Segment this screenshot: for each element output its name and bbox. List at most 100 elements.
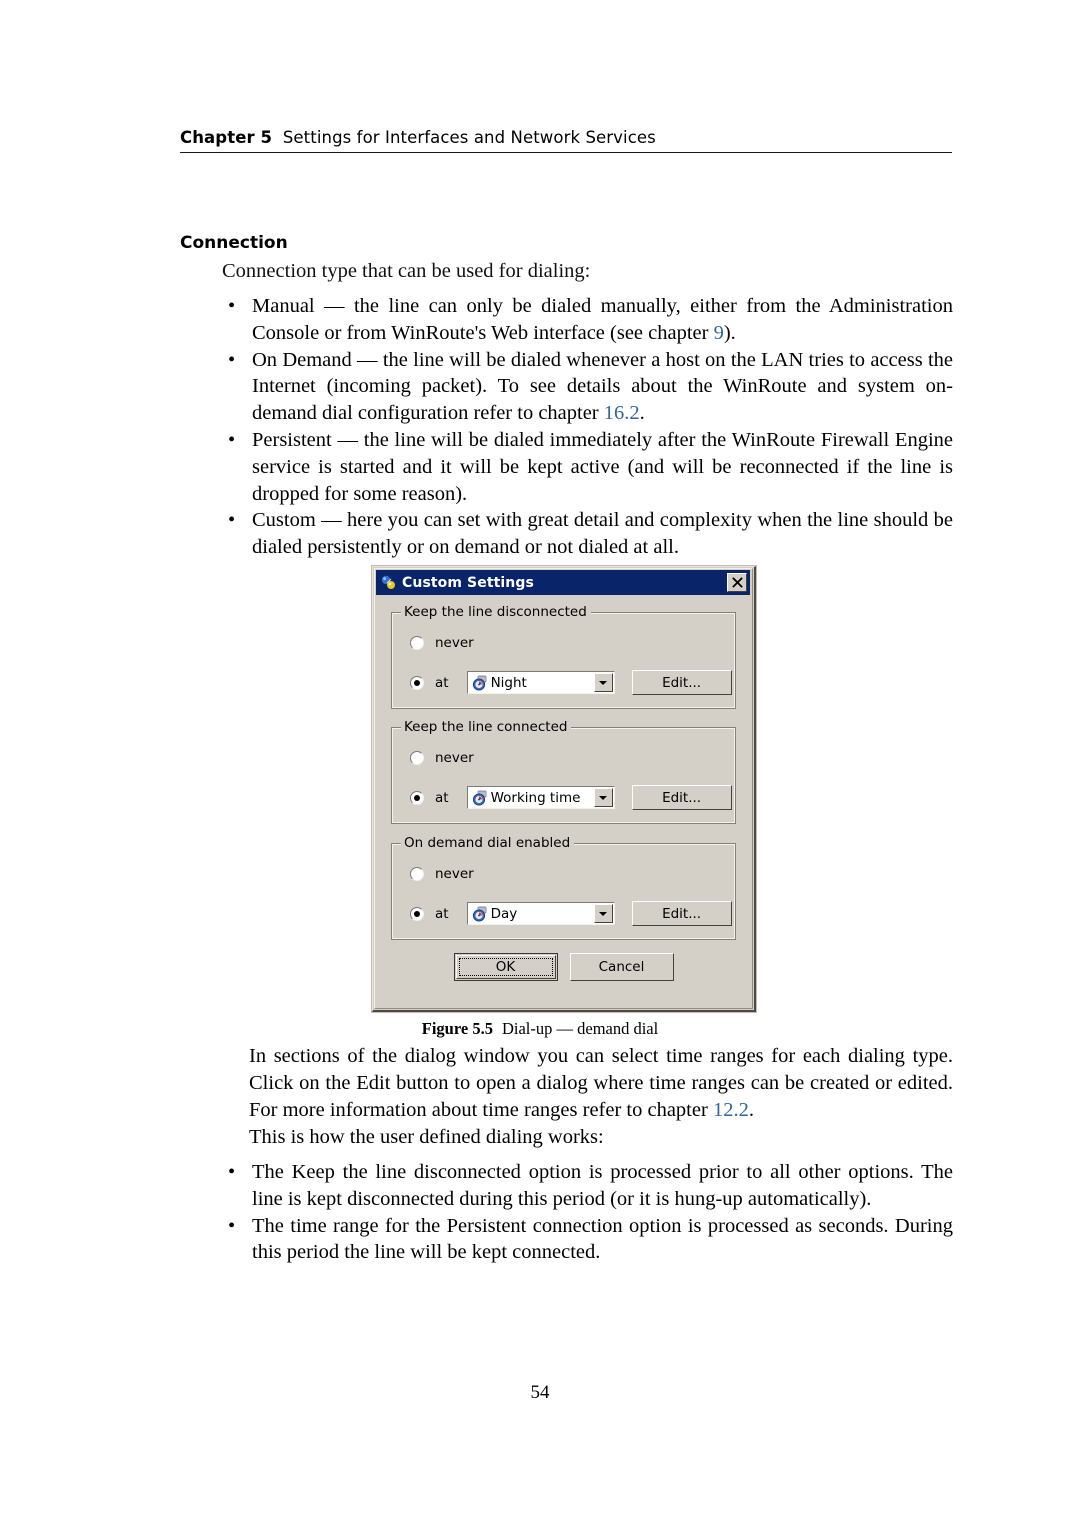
- bullet-marker: •: [228, 509, 236, 532]
- radio-row-at[interactable]: at Working time Edit...: [410, 785, 732, 810]
- emphasis-text: WinRoute: [723, 375, 807, 398]
- chevron-down-icon[interactable]: [593, 904, 613, 923]
- list-item: • Persistent — the line will be dialed im…: [222, 427, 953, 507]
- cross-reference-link[interactable]: 9: [714, 322, 724, 344]
- chevron-down-icon[interactable]: [593, 673, 613, 692]
- emphasis-text: Manual: [252, 295, 315, 317]
- emphasis-text: WinRoute Firewall Engine: [731, 428, 953, 451]
- body-text-run: or from: [319, 321, 392, 344]
- emphasis-text: On Demand: [252, 348, 352, 371]
- ok-button[interactable]: OK: [453, 953, 558, 981]
- time-range-combobox[interactable]: Night: [466, 671, 615, 694]
- cross-reference-link[interactable]: 12.2: [713, 1099, 749, 1121]
- radio-row-at[interactable]: at Night Edit...: [410, 670, 732, 695]
- network-settings-icon: [380, 574, 397, 591]
- custom-settings-dialog: Custom Settings Keep the line disconnect…: [372, 566, 756, 1012]
- ok-button-face[interactable]: OK: [455, 955, 556, 979]
- radio-at[interactable]: [410, 790, 424, 805]
- figure-caption: Figure 5.5 Dial-up — demand dial: [0, 1019, 1080, 1039]
- emphasis-text: Custom: [252, 509, 316, 532]
- combobox-value: Night: [490, 674, 527, 691]
- body-text-run: ).: [723, 321, 736, 344]
- radio-at-label: at: [435, 674, 449, 691]
- list-item: • The Keep the line disconnected option i…: [222, 1159, 953, 1213]
- paragraph-last-line: This is how the user defined dialing wor…: [249, 1125, 604, 1148]
- edit-button-label: Edit...: [662, 674, 702, 691]
- list-item: • Manual — the line can only be dialed ma…: [222, 293, 953, 347]
- bullet-marker: •: [228, 1161, 236, 1183]
- time-range-clock-icon: [472, 790, 488, 806]
- list-item: • Custom — here you can set with great de…: [222, 507, 953, 561]
- bullet-marker: •: [228, 428, 236, 451]
- body-text-run: .: [639, 402, 645, 425]
- list-item-text: Custom — here you can set with great det…: [252, 509, 953, 558]
- cross-reference-link[interactable]: 16.2: [604, 402, 640, 424]
- emphasis-text: Edit: [356, 1071, 391, 1094]
- header-rule: [180, 152, 952, 153]
- radio-never[interactable]: [410, 751, 424, 765]
- radio-never-label: never: [435, 635, 474, 651]
- list-item-text: Persistent — the line will be dialed imm…: [252, 429, 953, 505]
- list-item: • On Demand — the line will be dialed whe…: [222, 347, 953, 427]
- header-chapter-label: Chapter 5: [180, 128, 273, 147]
- document-page: Chapter 5 Settings for Interfaces and Ne…: [0, 0, 1080, 1527]
- body-text-run: The time range for the: [252, 1214, 447, 1237]
- group-box-2: Keep the line connected never at Working ti…: [391, 719, 736, 824]
- radio-row-never[interactable]: never: [410, 635, 474, 651]
- body-text-run: — the line will be dialed immediately af…: [331, 428, 732, 451]
- radio-dot: [414, 679, 420, 686]
- group-box-1: Keep the line disconnected never at Night Ed…: [391, 604, 736, 709]
- body-text-run: — here you can set with great detail and…: [252, 509, 953, 559]
- list-item: • The time range for the Persistent conne…: [222, 1213, 953, 1267]
- group-box-legend: Keep the line connected: [401, 719, 572, 735]
- section-heading: Connection: [180, 233, 288, 253]
- combobox-value: Working time: [490, 789, 581, 806]
- time-range-combobox[interactable]: Working time: [466, 786, 615, 809]
- dialog-title: Custom Settings: [402, 574, 534, 591]
- group-box-legend: Keep the line disconnected: [401, 604, 591, 620]
- combobox-value: Day: [490, 905, 518, 922]
- arrow-glyph: [599, 680, 608, 685]
- figure-caption-text: Dial-up — demand dial: [501, 1019, 659, 1038]
- radio-at[interactable]: [410, 906, 424, 921]
- cancel-button[interactable]: Cancel: [569, 953, 674, 981]
- list-item-text: On Demand — the line will be dialed when…: [252, 349, 953, 425]
- cancel-button-label: Cancel: [598, 959, 645, 975]
- chevron-down-icon[interactable]: [593, 788, 613, 807]
- dialog-titlebar[interactable]: Custom Settings: [376, 570, 750, 595]
- dialog-footer-buttons: OK Cancel: [373, 953, 754, 981]
- close-icon[interactable]: [727, 573, 747, 592]
- ok-button-label: OK: [495, 959, 516, 975]
- list-item-text: The Keep the line disconnected option is…: [252, 1161, 953, 1210]
- radio-row-at[interactable]: at Day Edit...: [410, 901, 732, 926]
- emphasis-text: WinRoute's: [391, 321, 487, 344]
- figure-number: Figure 5.5: [421, 1019, 493, 1038]
- group-box-3: On demand dial enabled never at Day Edit...: [391, 835, 736, 940]
- radio-dot: [414, 910, 420, 917]
- radio-never[interactable]: [410, 636, 424, 650]
- radio-at-label: at: [435, 905, 449, 922]
- body-text-run: — the line can only be dialed manually, …: [314, 295, 829, 317]
- radio-dot: [414, 794, 420, 801]
- radio-never-label: never: [435, 750, 474, 766]
- bullet-marker: •: [228, 348, 236, 371]
- emphasis-text: Persistent: [252, 428, 332, 451]
- user-defined-dialing-list: • The Keep the line disconnected option i…: [222, 1159, 953, 1266]
- radio-at[interactable]: [410, 675, 424, 690]
- body-text-run: Web interface (see chapter: [486, 321, 714, 344]
- list-item-text: The time range for the Persistent connec…: [252, 1215, 953, 1264]
- edit-button-label: Edit...: [662, 789, 702, 806]
- paragraph-body: In sections of the dialog window you can…: [249, 1043, 953, 1124]
- list-item-text: Manual — the line can only be dialed man…: [252, 295, 953, 344]
- edit-button[interactable]: Edit...: [631, 670, 732, 695]
- connection-type-list: • Manual — the line can only be dialed ma…: [222, 293, 953, 561]
- arrow-glyph: [599, 795, 608, 800]
- radio-row-never[interactable]: never: [410, 750, 474, 766]
- post-figure-paragraph: In sections of the dialog window you can…: [249, 1043, 953, 1151]
- body-text-run: The: [252, 1161, 292, 1183]
- edit-button[interactable]: Edit...: [631, 901, 732, 926]
- time-range-combobox[interactable]: Day: [466, 902, 615, 925]
- radio-never[interactable]: [410, 867, 424, 881]
- radio-row-never[interactable]: never: [410, 866, 474, 882]
- edit-button[interactable]: Edit...: [631, 785, 732, 810]
